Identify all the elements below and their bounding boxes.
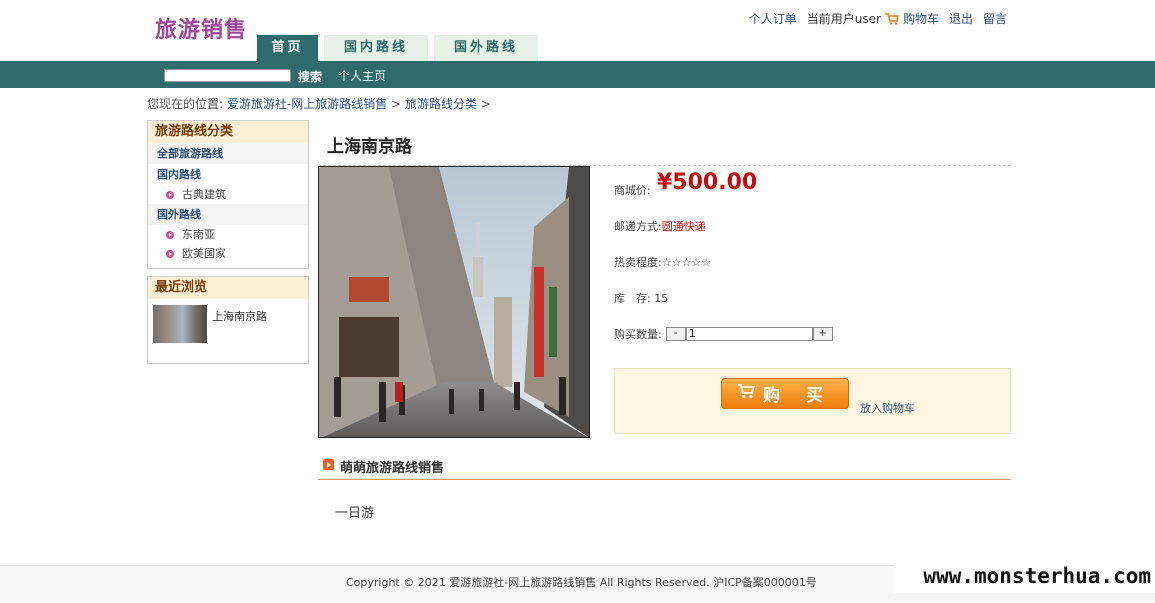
shipping-value: 圆通快递: [661, 220, 706, 233]
breadcrumb-site[interactable]: 爱游旅游社-网上旅游路线销售: [227, 97, 387, 111]
personal-home-link[interactable]: 个人主页: [338, 67, 386, 84]
recent-item-label[interactable]: 上海南京路: [212, 308, 267, 324]
breadcrumb-category[interactable]: 旅游路线分类: [405, 97, 477, 111]
cart-icon: [737, 383, 755, 404]
copyright-text: Copyright © 2021 爱游旅游社-网上旅游路线销售 All Righ…: [346, 576, 817, 589]
stock-label: 库 存:: [614, 292, 651, 305]
breadcrumb: 您现在的位置: 爱游旅游社-网上旅游路线销售 > 旅游路线分类 >: [147, 95, 491, 112]
popularity-label: 热卖程度:: [614, 256, 662, 269]
add-to-cart-link[interactable]: 放入购物车: [860, 400, 915, 416]
top-nav: 个人订单 当前用户user 购物车 退出 留言: [745, 10, 1007, 27]
price-value: ¥500.00: [657, 170, 758, 195]
breadcrumb-prefix: 您现在的位置:: [147, 97, 224, 111]
description-header: 萌萌旅游路线销售: [318, 455, 1011, 480]
recent-title: 最近浏览: [148, 277, 308, 299]
category-sub-label: 东南亚: [182, 228, 215, 241]
quantity-minus-button[interactable]: -: [665, 327, 686, 341]
category-sub-label: 古典建筑: [182, 188, 226, 201]
tab-home[interactable]: 首页: [257, 35, 318, 61]
bullet-icon: [166, 190, 174, 199]
shipping-label: 邮递方式:: [614, 220, 662, 233]
bullet-icon: [166, 230, 174, 239]
breadcrumb-sep: >: [480, 97, 491, 111]
recent-thumbnail[interactable]: [153, 305, 207, 343]
category-foreign[interactable]: 国外路线: [148, 204, 308, 225]
current-user-label: 当前用户user: [806, 12, 881, 26]
site-logo[interactable]: 旅游销售: [155, 12, 247, 44]
category-title: 旅游路线分类: [148, 121, 308, 143]
buy-panel: 购 买 放入购物车: [614, 368, 1011, 434]
stock-row: 库 存: 15: [614, 290, 668, 306]
tab-domestic[interactable]: 国内路线: [324, 35, 428, 61]
orders-link[interactable]: 个人订单: [749, 10, 797, 27]
main-tabs: 首页 国内路线 国外路线: [257, 35, 544, 61]
popularity-row: 热卖程度:☆☆☆☆☆: [614, 254, 711, 270]
star-rating-icon: ☆☆☆☆☆: [661, 256, 712, 269]
section-title: 萌萌旅游路线销售: [340, 461, 445, 476]
bullet-icon: [166, 249, 174, 258]
watermark: www.monsterhua.com: [894, 560, 1155, 593]
category-sub-item[interactable]: 古典建筑: [148, 185, 308, 204]
category-sub-label: 欧美国家: [182, 247, 226, 260]
cart-icon[interactable]: [884, 12, 899, 25]
breadcrumb-sep: >: [391, 97, 402, 111]
logout-link[interactable]: 退出: [949, 10, 973, 27]
search-input[interactable]: [164, 69, 291, 82]
quantity-input[interactable]: 1: [685, 327, 813, 341]
quantity-plus-button[interactable]: +: [812, 327, 833, 341]
search-button[interactable]: 搜索: [298, 68, 322, 85]
message-link[interactable]: 留言: [983, 10, 1007, 27]
price-label: 商城价:: [614, 184, 651, 197]
category-box: 旅游路线分类 全部旅游路线 国内路线 古典建筑 国外路线 东南亚 欧美国家: [147, 120, 309, 269]
category-all[interactable]: 全部旅游路线: [148, 143, 308, 164]
cart-link[interactable]: 购物车: [903, 10, 939, 27]
tab-foreign[interactable]: 国外路线: [434, 35, 538, 61]
section-arrow-icon: [323, 459, 334, 470]
stock-value: 15: [654, 292, 669, 305]
buy-button-label: 购 买: [763, 386, 833, 406]
quantity-row: 购买数量: - 1 +: [614, 326, 833, 342]
quantity-label: 购买数量:: [614, 328, 662, 341]
category-domestic[interactable]: 国内路线: [148, 164, 308, 185]
category-sub-item[interactable]: 欧美国家: [148, 244, 308, 263]
product-title: 上海南京路: [327, 137, 412, 157]
recent-box: 最近浏览 上海南京路: [147, 276, 309, 364]
product-image: [318, 166, 590, 438]
section-body: 一日游: [335, 506, 375, 521]
buy-button[interactable]: 购 买: [721, 378, 849, 409]
category-sub-item[interactable]: 东南亚: [148, 225, 308, 244]
shipping-row: 邮递方式:圆通快递: [614, 218, 706, 234]
